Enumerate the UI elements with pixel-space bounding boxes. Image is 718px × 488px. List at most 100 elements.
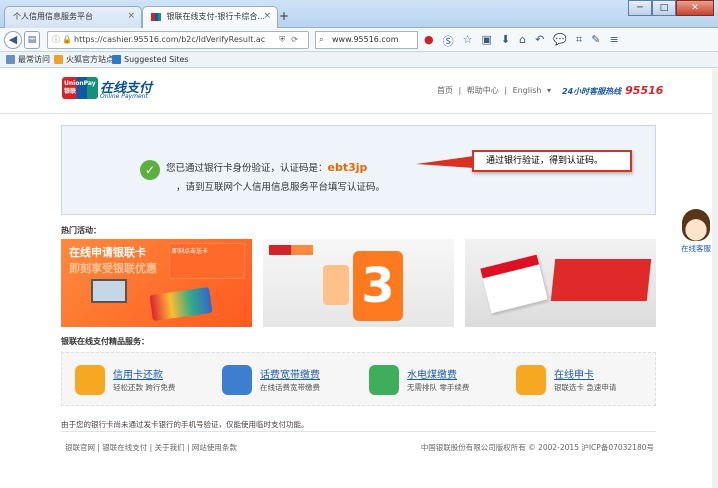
- footer-copyright: 中国银联股份有限公司版权所有 © 2002-2015 沪ICP备07032180…: [420, 443, 654, 452]
- service-desc: 无需排队 零手续费: [407, 383, 470, 392]
- crop-icon[interactable]: ⌗: [576, 33, 582, 49]
- auth-code: ebt3jp: [327, 161, 368, 174]
- bank-logos-icon: [269, 245, 313, 255]
- checkmark-icon: ✓: [140, 160, 160, 180]
- hotline-label: 24小时客服热线: [562, 87, 622, 96]
- service-utilities[interactable]: 水电煤缴费 无需排队 零手续费: [369, 365, 499, 399]
- browser-toolbar: ◀ ▤ ⓘ 🔒 https://cashier.95516.com/b2c/Id…: [0, 28, 718, 52]
- menu-icon[interactable]: ≡: [609, 33, 618, 49]
- star-icon[interactable]: ☆: [463, 33, 473, 49]
- footer-links[interactable]: 银联官网 | 银联在线支付 | 关于我们 | 网站使用条款: [65, 442, 237, 453]
- home-icon[interactable]: ⌂: [519, 33, 526, 49]
- close-icon[interactable]: ×: [127, 11, 135, 21]
- credit-card-icon: [75, 365, 105, 395]
- adblock-icon[interactable]: ●: [424, 33, 434, 49]
- service-name[interactable]: 信用卡还款: [113, 366, 163, 381]
- banner-subtitle: 即刻享受银联优惠: [69, 262, 157, 275]
- number-three-graphic: 3: [353, 251, 403, 321]
- services-title: 银联在线支付精品服务：: [61, 337, 149, 346]
- service-credit-repay[interactable]: 信用卡还款 轻松还款 跨行免费: [75, 365, 205, 399]
- service-desc: 银联选卡 急速申请: [554, 383, 617, 392]
- bookmark-most-visited[interactable]: 最常访问: [6, 52, 50, 68]
- customer-service-label: 在线客服: [681, 244, 711, 253]
- logo-subtitle: Online Payment: [100, 93, 148, 100]
- cards-icon: [149, 286, 213, 322]
- callout-text: 通过银行验证，得到认证码。: [472, 150, 632, 172]
- hotline: 24小时客服热线 95516: [562, 84, 663, 97]
- toolbar-icons: ● Ⓢ ☆ ▣ ⬇ ⌂ ↶ 💬 ⌗ ✎ ≡: [424, 33, 619, 49]
- bookmark-label: 火狐官方站点: [66, 55, 114, 64]
- minimize-button[interactable]: ─: [628, 0, 652, 16]
- info-icon[interactable]: ⓘ: [52, 32, 60, 48]
- history-icon[interactable]: ▤: [24, 31, 40, 49]
- avatar: [682, 209, 710, 241]
- bookmarks-bar: 最常访问 火狐官方站点 Suggested Sites: [0, 52, 718, 68]
- tab-label: 银联在线支付-银行卡综合...: [166, 12, 266, 21]
- reload-icon[interactable]: ⛨⟳: [279, 32, 304, 48]
- notice-text: 您已通过银行卡身份验证，认证码是：: [166, 163, 328, 174]
- bookmark-firefox-site[interactable]: 火狐官方站点: [54, 52, 114, 68]
- close-window-button[interactable]: ✕: [676, 0, 714, 16]
- footnote: 由于您的银行卡尚未通过发卡银行的手机号验证，仅能使用临时支付功能。: [61, 420, 309, 429]
- chevron-down-icon[interactable]: ▾: [547, 86, 551, 95]
- banner-friday[interactable]: [465, 239, 656, 327]
- tab-unionpay[interactable]: 银联在线支付-银行卡综合... ×: [142, 6, 278, 28]
- banner-promo-3[interactable]: 3: [263, 239, 454, 327]
- banner-apply-card[interactable]: 在线申请银联卡 即刻享受银联优惠 即刻点击送卡: [61, 239, 252, 327]
- new-tab-button[interactable]: +: [279, 9, 289, 23]
- hotline-number: 95516: [625, 84, 664, 97]
- notice-line2: ，请到互联网个人信用信息服务平台填写认证码。: [176, 182, 386, 193]
- calendar-icon: [480, 254, 548, 314]
- bookmark-label: 最常访问: [18, 55, 50, 64]
- search-input[interactable]: ⌕ www.95516.com: [315, 31, 418, 49]
- maximize-button[interactable]: □: [652, 0, 676, 16]
- customer-service-widget[interactable]: 在线客服: [678, 209, 714, 254]
- lightning-icon: [369, 365, 399, 395]
- chat-icon[interactable]: 💬: [553, 33, 567, 49]
- services-panel: 信用卡还款 轻松还款 跨行免费 话费宽带缴费 在线话费宽带缴费 水电煤缴费 无需…: [61, 352, 656, 406]
- clipboard-icon[interactable]: ▣: [481, 33, 491, 49]
- site-footer: 银联官网 | 银联在线支付 | 关于我们 | 网站使用条款 中国银联股份有限公司…: [61, 431, 656, 452]
- tab-label: 个人信用信息服务平台: [13, 12, 93, 21]
- url-text: https://cashier.95516.com/b2c/IdVerifyRe…: [74, 35, 266, 44]
- window-controls: ─ □ ✕: [628, 0, 714, 16]
- bookmark-label: Suggested Sites: [124, 55, 189, 64]
- search-value: www.95516.com: [332, 35, 399, 44]
- back-button[interactable]: ◀: [4, 31, 22, 49]
- unionpay-badge-icon: UnionPay 银联: [62, 77, 98, 99]
- service-apply-card[interactable]: 在线申卡 银联选卡 急速申请: [516, 365, 646, 399]
- url-bar[interactable]: ⓘ 🔒 https://cashier.95516.com/b2c/IdVeri…: [47, 31, 309, 49]
- bookmark-suggested-sites[interactable]: Suggested Sites: [112, 52, 189, 68]
- nav-separator: |: [458, 86, 462, 95]
- card-apply-icon: [516, 365, 546, 395]
- close-icon[interactable]: ×: [263, 11, 271, 21]
- search-icon: ⌕: [319, 35, 324, 44]
- service-phone-broadband[interactable]: 话费宽带缴费 在线话费宽带缴费: [222, 365, 352, 399]
- service-name[interactable]: 水电煤缴费: [407, 366, 457, 381]
- nav-english-link[interactable]: English: [513, 86, 542, 95]
- download-icon[interactable]: ⬇: [501, 33, 510, 49]
- bing-icon: [112, 55, 121, 64]
- verification-notice: ✓ 您已通过银行卡身份验证，认证码是：ebt3jp ，请到互联网个人信用信息服务…: [61, 125, 656, 215]
- lock-icon: 🔒: [62, 35, 72, 44]
- tab-credit-platform[interactable]: 个人信用信息服务平台 ×: [4, 6, 142, 28]
- scrollbar[interactable]: [712, 69, 718, 488]
- top-nav: 首页 | 帮助中心 | English ▾: [437, 85, 554, 96]
- firefox-icon: [54, 55, 63, 64]
- folder-icon: [6, 55, 15, 64]
- nav-separator: |: [504, 86, 508, 95]
- service-desc: 在线话费宽带缴费: [260, 383, 320, 392]
- hot-activities-title: 热门活动：: [61, 226, 101, 235]
- service-desc: 轻松还款 跨行免费: [113, 383, 176, 392]
- service-name[interactable]: 话费宽带缴费: [260, 366, 320, 381]
- promo-sign-graphic: [550, 259, 652, 301]
- decoration-icon: [323, 265, 349, 305]
- service-name[interactable]: 在线申卡: [554, 366, 594, 381]
- nav-help-link[interactable]: 帮助中心: [467, 86, 499, 95]
- browser-titlebar: 个人信用信息服务平台 × 银联在线支付-银行卡综合... × + ─ □ ✕: [0, 0, 718, 28]
- undo-icon[interactable]: ↶: [535, 33, 544, 49]
- addon-icon[interactable]: ✎: [591, 33, 600, 49]
- s-icon[interactable]: Ⓢ: [443, 33, 454, 49]
- unionpay-favicon-icon: [151, 12, 161, 21]
- nav-home-link[interactable]: 首页: [437, 86, 453, 95]
